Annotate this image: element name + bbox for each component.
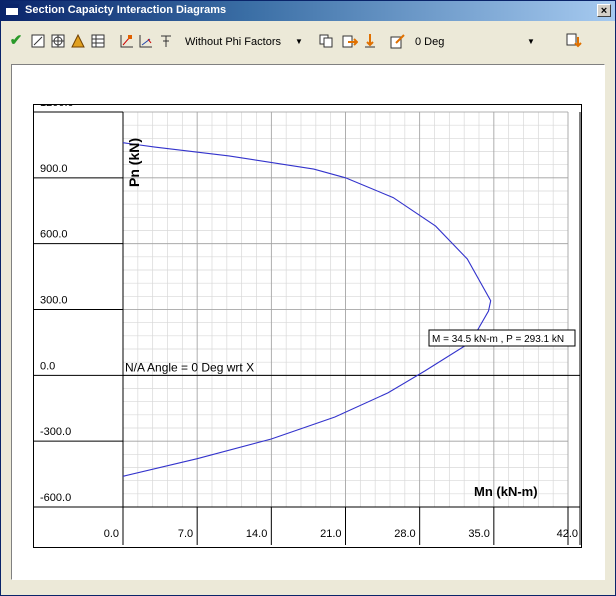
y-axis-label: Pn (kN)	[126, 138, 142, 187]
title-bar[interactable]: Section Capaicty Interaction Diagrams ×	[1, 1, 615, 21]
x-tick-label: 0.0	[104, 528, 119, 540]
x-tick-label: 21.0	[320, 528, 341, 540]
phi-factor-select-value: Without Phi Factors	[185, 36, 281, 48]
chevron-down-icon: ▼	[527, 37, 535, 46]
export-icon[interactable]	[341, 32, 359, 50]
value-tooltip: M = 34.5 kN-m , P = 293.1 kN	[428, 329, 576, 347]
check-icon[interactable]: ✔	[7, 32, 25, 50]
y-tick-label: -600.0	[40, 492, 71, 504]
chevron-down-icon: ▼	[295, 37, 303, 46]
window-icon	[5, 4, 19, 16]
neutral-axis-annotation: N/A Angle = 0 Deg wrt X	[125, 360, 254, 374]
value-tooltip-text: M = 34.5 kN-m , P = 293.1 kN	[432, 334, 564, 345]
y-tick-label: 1200.0	[40, 105, 74, 109]
y-tick-label: 0.0	[40, 360, 55, 372]
table-icon[interactable]	[89, 32, 107, 50]
x-tick-label: 35.0	[468, 528, 489, 540]
edit-icon[interactable]	[389, 32, 407, 50]
axis-marker-icon[interactable]	[137, 32, 155, 50]
x-tick-label: 42.0	[557, 528, 578, 540]
x-axis-label: Mn (kN-m)	[474, 484, 538, 499]
section-view-icon[interactable]	[29, 32, 47, 50]
x-tick-label: 14.0	[246, 528, 267, 540]
angle-select[interactable]: 0 Deg ▼	[411, 33, 539, 51]
window-title: Section Capaicty Interaction Diagrams	[25, 4, 227, 16]
export-down-icon[interactable]	[361, 32, 379, 50]
y-tick-label: -300.0	[40, 426, 71, 438]
y-tick-label: 600.0	[40, 229, 68, 241]
interaction-chart: 1200.0 900.0 600.0 300.0 0.0 -300.0 -600.0 0.0 7…	[33, 97, 582, 548]
x-tick-label: 28.0	[394, 528, 415, 540]
y-tick-label: 300.0	[40, 295, 68, 307]
axes-icon[interactable]	[117, 32, 135, 50]
x-tick-label: 7.0	[178, 528, 193, 540]
phi-factor-select[interactable]: Without Phi Factors ▼	[181, 33, 307, 51]
interaction-chart-svg: 1200.0 900.0 600.0 300.0 0.0 -300.0 -600.0 0.0 7…	[34, 97, 581, 545]
angle-select-value: 0 Deg	[415, 36, 445, 48]
dialog-window: Section Capaicty Interaction Diagrams × …	[0, 0, 616, 596]
close-button[interactable]: ×	[597, 4, 611, 17]
filter-icon[interactable]	[157, 32, 175, 50]
load-icon[interactable]	[69, 32, 87, 50]
toolbar: ✔ Without Phi Factors ▼ 0 Deg ▼	[5, 29, 611, 55]
copy-icon[interactable]	[317, 32, 335, 50]
y-tick-label: 900.0	[40, 163, 68, 175]
refresh-icon[interactable]	[565, 32, 583, 50]
section-grid-icon[interactable]	[49, 32, 67, 50]
